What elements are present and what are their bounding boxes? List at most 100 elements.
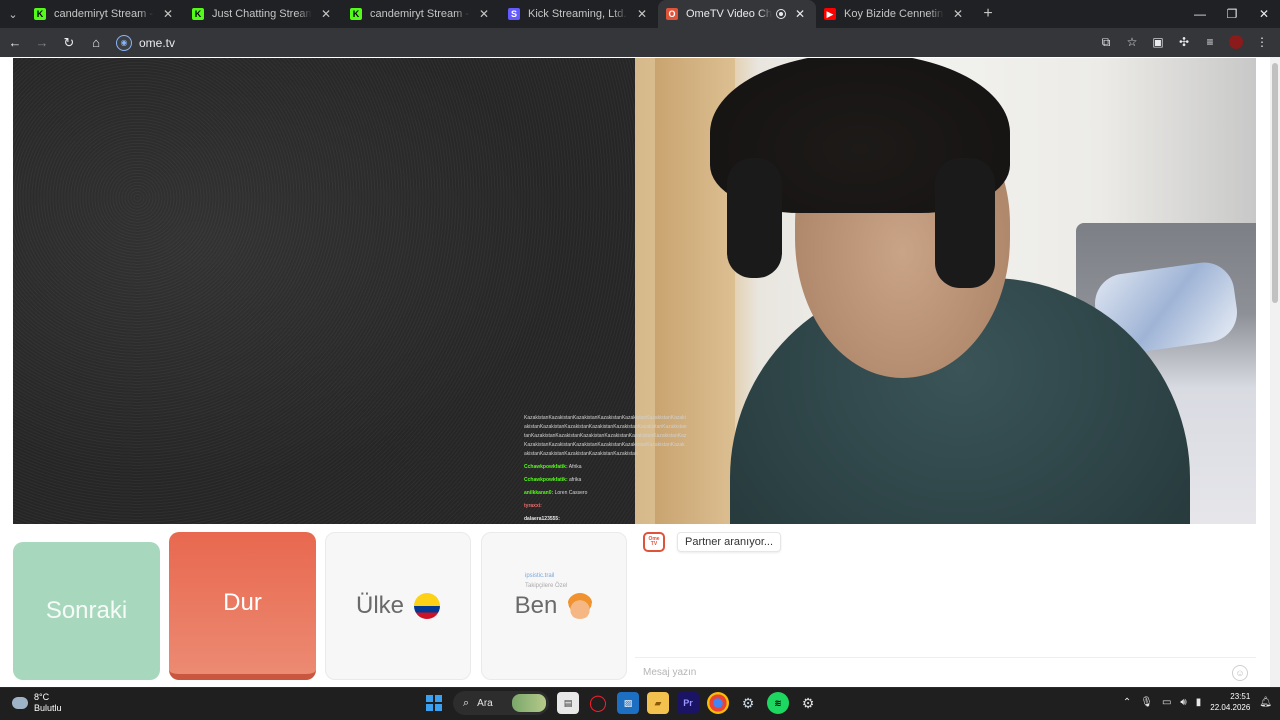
page-scrollbar[interactable] [1270, 57, 1280, 687]
extension-translate-icon[interactable]: ▣ [1146, 30, 1170, 54]
scrollbar-thumb[interactable] [1272, 63, 1278, 303]
chrome-icon[interactable] [707, 692, 729, 714]
tab-title: candemiryt Stream - Watch Live [54, 8, 154, 20]
search-highlight-image [512, 694, 546, 712]
chat-spam-line: KazakistanKazakistanKazakistanKazakistan… [524, 442, 685, 448]
next-button-label: Sonraki [45, 597, 128, 624]
ometv-page: KazakistanKazakistanKazakistanKazakistan… [0, 57, 1280, 687]
recording-icon [776, 9, 786, 19]
country-button-label: Ülke [355, 592, 404, 619]
clock[interactable]: 23:51 22.04.2026 [1210, 691, 1250, 713]
chat-spam-line: KazakistanKazakistanKazakistanKazakistan… [524, 415, 686, 421]
reload-icon[interactable]: ↻ [57, 31, 81, 55]
chat-input-row: ☺ [635, 657, 1256, 687]
restore-icon[interactable]: ❐ [1216, 0, 1248, 28]
chat-text: Afrika [568, 464, 582, 470]
menu-kebab-icon[interactable]: ⋮ [1250, 30, 1274, 54]
new-tab-button[interactable]: + [974, 5, 1002, 23]
windows-start-icon[interactable] [423, 692, 445, 714]
file-viewer-icon[interactable]: ▤ [557, 692, 579, 714]
close-window-icon[interactable]: ✕ [1248, 0, 1280, 28]
tab-close-icon[interactable]: ✕ [160, 7, 176, 21]
stop-button[interactable]: Dur [169, 532, 316, 680]
tab-close-icon[interactable]: ✕ [476, 7, 492, 21]
chat-message: tyraxxi: [524, 502, 716, 511]
weather-temp: 8°C [34, 692, 50, 702]
tab-4-active[interactable]: O OmeTV Video Chat — Ome ✕ [658, 0, 816, 28]
country-button[interactable]: Ülke [325, 532, 471, 680]
site-info-icon[interactable]: ◉ [116, 34, 132, 51]
tab-title: Koy Bizide Cennetine | Abdurra [844, 8, 944, 20]
tab-3[interactable]: S Kick Streaming, Ltd. | Set up pay ✕ [500, 0, 658, 28]
opera-icon[interactable]: ◯ [587, 692, 609, 714]
toolbar-actions: ⧉ ☆ ▣ ✣ ≡ ⋮ [1094, 30, 1274, 54]
partner-search-status: Partner aranıyor... [677, 532, 782, 552]
overlay-footer-line: ipsistic.trail [525, 573, 555, 579]
tab-2[interactable]: K candemiryt Stream - Watch Live ✕ [342, 0, 500, 28]
chat-text: Loren Cassero [554, 490, 588, 496]
tab-5[interactable]: ▶ Koy Bizide Cennetine | Abdurra ✕ [816, 0, 974, 28]
chat-spam-line: akistanKazakistanKazakistanKazakistanKaz… [524, 451, 638, 457]
photos-icon[interactable]: ▨ [617, 692, 639, 714]
stream-overlay-footer: ipsistic.trail Takipçilere Özel [525, 571, 567, 591]
display-icon[interactable]: ▭ [1162, 697, 1171, 708]
chat-status-row: Ome TV Partner aranıyor... [643, 532, 782, 552]
battery-icon[interactable]: ▮ [1196, 697, 1202, 708]
tab-title: Kick Streaming, Ltd. | Set up pay [528, 8, 628, 20]
tab-close-icon[interactable]: ✕ [318, 7, 334, 21]
volume-icon[interactable]: 🔊︎ [1180, 697, 1186, 708]
tab-close-icon[interactable]: ✕ [950, 7, 966, 21]
tab-title: Just Chatting Streaming - Live S [212, 8, 312, 20]
extensions-puzzle-icon[interactable]: ✣ [1172, 30, 1196, 54]
microphone-icon[interactable]: 🎙︎ [1140, 697, 1153, 708]
me-button-label: Ben [514, 592, 558, 619]
chat-message: anilkkaran0: Loren Cassero [524, 489, 716, 498]
next-button[interactable]: Sonraki [13, 542, 160, 680]
home-icon[interactable]: ⌂ [84, 31, 108, 55]
browser-toolbar: ← → ↻ ⌂ ◉ ome.tv ⧉ ☆ ▣ ✣ ≡ ⋮ [0, 28, 1280, 57]
tab-close-icon[interactable]: ✕ [634, 7, 650, 21]
weather-widget[interactable]: 8°C Bulutlu [12, 692, 62, 714]
chevron-up-icon[interactable]: ⌃ [1123, 697, 1131, 708]
chat-message: dalaera123555: [524, 515, 716, 524]
tab-1[interactable]: K Just Chatting Streaming - Live S ✕ [184, 0, 342, 28]
search-icon: ⌕ [463, 696, 470, 709]
chat-user: Cchawkpowkfatik: [524, 464, 568, 470]
overlay-footer-line: Takipçilere Özel [525, 583, 568, 589]
emoji-smiley-icon[interactable]: ☺ [1232, 664, 1248, 681]
chat-message: Cchawkpowkfatik: Afrika [524, 463, 716, 472]
spotify-icon[interactable]: ≋ [767, 692, 789, 714]
taskbar-search[interactable]: ⌕ Ara [453, 691, 549, 715]
ometv-logo: Ome TV [643, 532, 665, 552]
file-explorer-icon[interactable]: ▰ [647, 692, 669, 714]
gender-me-button[interactable]: Ben [481, 532, 627, 680]
weather-desc: Bulutlu [34, 703, 62, 713]
headphone-left [727, 158, 782, 278]
tab-close-icon[interactable]: ✕ [792, 7, 808, 21]
chat-user: anilkkaran0: [524, 490, 554, 496]
tab-strip: ⌄ K candemiryt Stream - Watch Live ✕ K J… [0, 0, 1280, 28]
clock-time: 23:51 [1230, 692, 1251, 701]
tab-0[interactable]: K candemiryt Stream - Watch Live ✕ [26, 0, 184, 28]
tab-search-chevron-icon[interactable]: ⌄ [0, 0, 26, 28]
chat-message: Cchawkpowkfatik: afrika [524, 476, 716, 485]
notification-bell-icon[interactable]: 🔔︎ [1259, 697, 1272, 708]
profile-avatar[interactable] [1229, 35, 1243, 49]
system-tray: ⌃ 🎙︎ ▭ 🔊︎ ▮ 23:51 22.04.2026 🔔︎ [1123, 691, 1272, 713]
address-bar[interactable]: ◉ ome.tv [116, 31, 1096, 55]
forward-icon[interactable]: → [30, 31, 54, 55]
bookmark-star-icon[interactable]: ☆ [1120, 30, 1144, 54]
premiere-pro-icon[interactable]: Pr [677, 692, 699, 714]
url-text: ome.tv [139, 35, 176, 50]
colombia-flag-icon [414, 593, 440, 619]
kick-icon: K [350, 8, 362, 20]
message-input[interactable] [635, 667, 1232, 678]
settings-gear-icon[interactable]: ⚙ [797, 692, 819, 714]
back-icon[interactable]: ← [3, 31, 27, 55]
headphone-right [935, 158, 995, 288]
media-controls-icon[interactable]: ≡ [1198, 30, 1222, 54]
install-app-icon[interactable]: ⧉ [1094, 30, 1118, 54]
minimize-icon[interactable]: — [1184, 0, 1216, 28]
steam-icon[interactable]: ⚙ [737, 692, 759, 714]
chat-text: afrika [569, 477, 582, 483]
